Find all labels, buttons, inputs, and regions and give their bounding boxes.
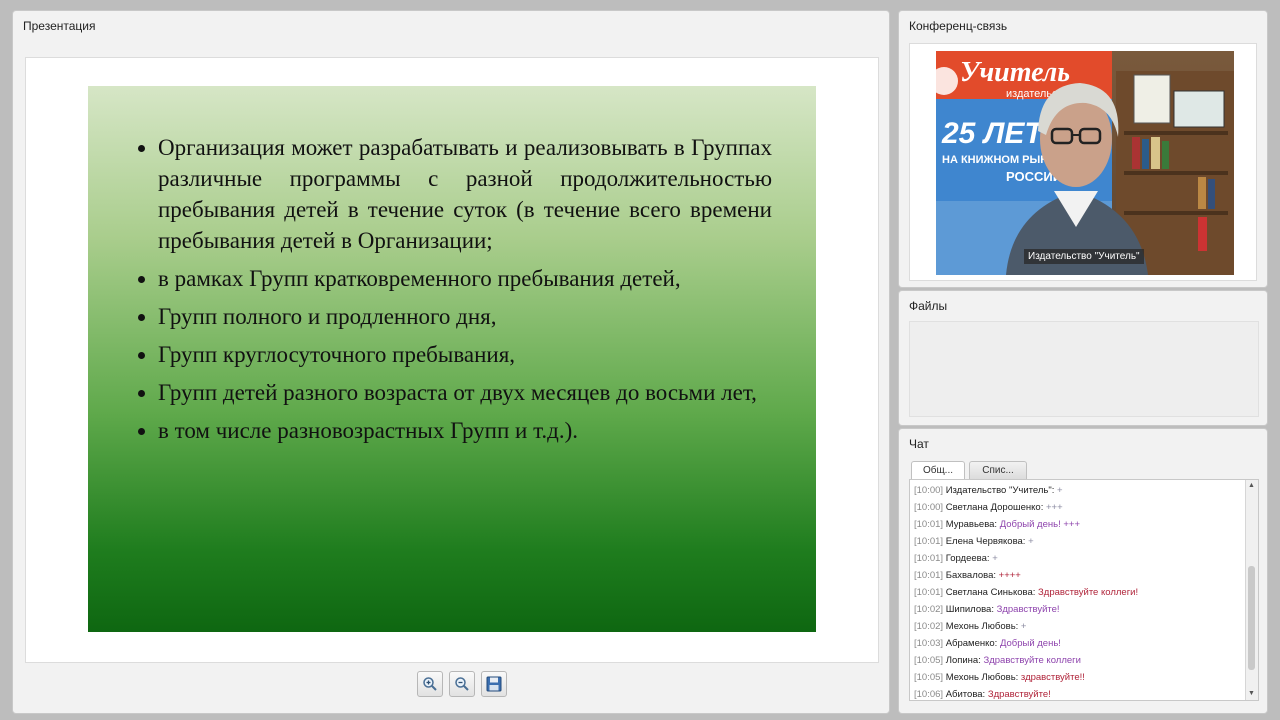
- slide-bullet: Организация может разрабатывать и реализ…: [158, 132, 772, 256]
- zoom-out-icon: [455, 677, 469, 691]
- files-panel: Файлы: [898, 290, 1268, 426]
- video-frame: Учитель издательство 25 ЛЕТ НА КНИЖНОМ Р…: [909, 43, 1257, 281]
- message-author: Абитова:: [945, 689, 986, 700]
- message-author: Светлана Синькова:: [945, 587, 1036, 598]
- message-time: [10:05]: [914, 672, 944, 683]
- slide-bullet: Групп полного и продленного дня,: [158, 301, 772, 332]
- files-list[interactable]: [909, 321, 1259, 417]
- message-author: Мехонь Любовь:: [945, 621, 1019, 632]
- chat-message: [10:05] Лопина: Здравствуйте коллеги: [914, 652, 1242, 669]
- message-text: Добрый день!: [999, 638, 1061, 649]
- message-time: [10:01]: [914, 587, 944, 598]
- floppy-disk-icon: [486, 676, 502, 692]
- conference-panel: Конференц-связь Учитель издательство 25 …: [898, 10, 1268, 288]
- chat-message: [10:01] Бахвалова: ++++: [914, 567, 1242, 584]
- message-author: Мехонь Любовь:: [945, 672, 1019, 683]
- save-button[interactable]: [481, 671, 507, 697]
- message-time: [10:06]: [914, 689, 944, 700]
- chat-message: [10:06] Абитова: Здравствуйте!: [914, 686, 1242, 700]
- message-author: Гордеева:: [945, 553, 990, 564]
- message-time: [10:00]: [914, 485, 944, 496]
- chat-message: [10:01] Муравьева: Добрый день! +++: [914, 516, 1242, 533]
- scroll-thumb[interactable]: [1248, 566, 1255, 670]
- participant-label: Издательство "Учитель": [1024, 249, 1144, 264]
- tab-common-chat[interactable]: Общ...: [911, 461, 965, 479]
- message-author: Шипилова:: [945, 604, 994, 615]
- tab-participants-list[interactable]: Спис...: [969, 461, 1027, 479]
- message-text: Добрый день! +++: [999, 519, 1080, 530]
- message-text: +: [992, 553, 998, 564]
- chat-message: [10:02] Мехонь Любовь: +: [914, 618, 1242, 635]
- chat-message: [10:01] Светлана Синькова: Здравствуйте …: [914, 584, 1242, 601]
- chat-message: [10:00] Светлана Дорошенко: +++: [914, 499, 1242, 516]
- conference-title: Конференц-связь: [909, 19, 1008, 33]
- chat-message: [10:03] Абраменко: Добрый день!: [914, 635, 1242, 652]
- chat-scrollbar[interactable]: ▲ ▼: [1245, 480, 1258, 700]
- chat-messages[interactable]: [10:00] Издательство "Учитель": + [10:00]…: [909, 479, 1259, 701]
- slide-bullet: в том числе разновозрастных Групп и т.д.…: [158, 415, 772, 446]
- message-time: [10:00]: [914, 502, 944, 513]
- message-author: Абраменко:: [945, 638, 998, 649]
- webcam-scene: Учитель издательство 25 ЛЕТ НА КНИЖНОМ Р…: [936, 51, 1234, 275]
- message-author: Муравьева:: [945, 519, 998, 530]
- zoom-in-icon: [423, 677, 437, 691]
- message-time: [10:01]: [914, 553, 944, 564]
- zoom-in-button[interactable]: [417, 671, 443, 697]
- message-text: Здравствуйте коллеги: [983, 655, 1081, 666]
- chat-message: [10:01] Гордеева: +: [914, 550, 1242, 567]
- slide: Организация может разрабатывать и реализ…: [88, 86, 816, 632]
- message-text: +: [1057, 485, 1063, 496]
- slide-bullet: в рамках Групп кратковременного пребыван…: [158, 263, 772, 294]
- presentation-panel: Презентация Организация может разрабатыв…: [12, 10, 890, 714]
- message-text: +: [1020, 621, 1027, 632]
- message-text: +++: [1045, 502, 1063, 513]
- message-time: [10:03]: [914, 638, 944, 649]
- slide-viewer: Организация может разрабатывать и реализ…: [25, 57, 879, 663]
- message-text: +: [1028, 536, 1034, 547]
- message-author: Светлана Дорошенко:: [945, 502, 1044, 513]
- banner-brand: Учитель: [960, 57, 1070, 88]
- message-time: [10:05]: [914, 655, 944, 666]
- scroll-down-icon[interactable]: ▼: [1248, 690, 1255, 698]
- chat-message: [10:05] Мехонь Любовь: здравствуйте!!: [914, 669, 1242, 686]
- message-time: [10:01]: [914, 536, 944, 547]
- message-author: Лопина:: [945, 655, 981, 666]
- message-time: [10:02]: [914, 621, 944, 632]
- chat-message-list: [10:00] Издательство "Учитель": + [10:00]…: [914, 482, 1242, 700]
- message-text: Здравствуйте!: [996, 604, 1060, 615]
- banner-years: 25 ЛЕТ: [941, 117, 1045, 150]
- message-time: [10:01]: [914, 519, 944, 530]
- chat-message: [10:02] Шипилова: Здравствуйте!: [914, 601, 1242, 618]
- chat-panel: Чат Общ... Спис... [10:00] Издательство …: [898, 428, 1268, 714]
- files-title: Файлы: [909, 299, 948, 313]
- message-text: Здравствуйте коллеги!: [1038, 587, 1139, 598]
- scroll-up-icon[interactable]: ▲: [1248, 482, 1255, 490]
- chat-message: [10:01] Елена Червякова: +: [914, 533, 1242, 550]
- webcam-video[interactable]: Учитель издательство 25 ЛЕТ НА КНИЖНОМ Р…: [936, 51, 1234, 275]
- message-text: ++++: [998, 570, 1021, 581]
- message-author: Издательство "Учитель":: [945, 485, 1055, 496]
- chat-message: [10:00] Издательство "Учитель": +: [914, 482, 1242, 499]
- presentation-title: Презентация: [23, 19, 96, 33]
- message-author: Елена Червякова:: [945, 536, 1026, 547]
- chat-title: Чат: [909, 437, 929, 451]
- message-text: здравствуйте!!: [1020, 672, 1085, 683]
- zoom-out-button[interactable]: [449, 671, 475, 697]
- message-author: Бахвалова:: [945, 570, 996, 581]
- slide-bullet: Групп круглосуточного пребывания,: [158, 339, 772, 370]
- message-time: [10:02]: [914, 604, 944, 615]
- message-time: [10:01]: [914, 570, 944, 581]
- slide-bullet-list: Организация может разрабатывать и реализ…: [130, 132, 772, 446]
- slide-bullet: Групп детей разного возраста от двух мес…: [158, 377, 772, 408]
- message-text: Здравствуйте!: [987, 689, 1051, 700]
